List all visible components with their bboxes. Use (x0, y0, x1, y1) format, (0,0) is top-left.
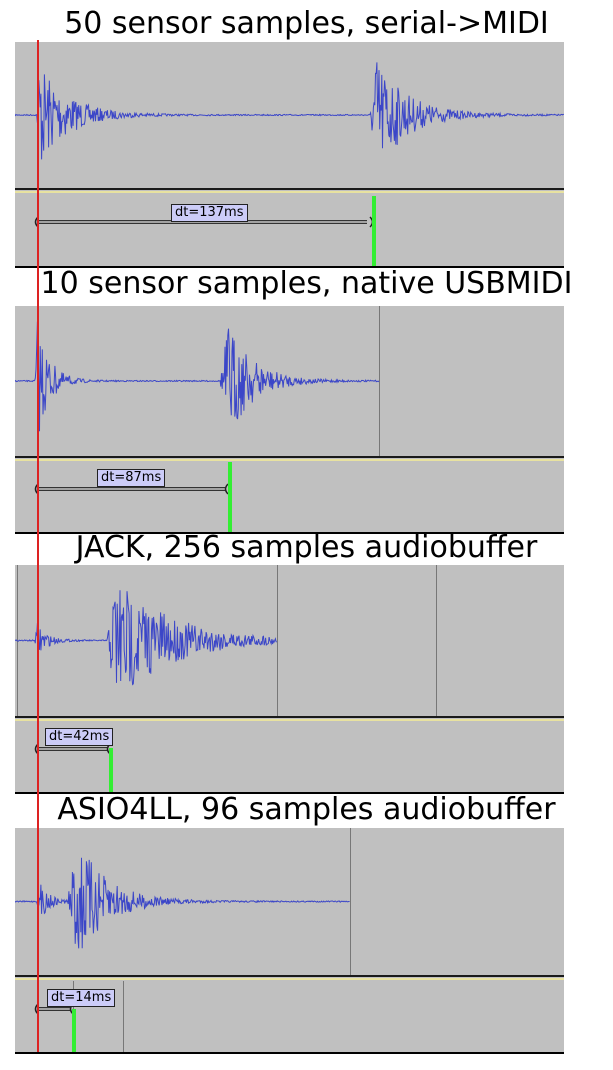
dt-label-1[interactable]: dt=137ms (171, 204, 248, 222)
track-border-4 (15, 1052, 564, 1054)
waveform-4 (15, 857, 350, 949)
panel-title-1: 50 sensor samples, serial->MIDI (64, 6, 549, 41)
onset-marker-4[interactable] (72, 1009, 76, 1054)
onset-marker-2[interactable] (228, 462, 232, 532)
waveform-1 (15, 62, 564, 160)
onset-marker-1[interactable] (372, 196, 376, 266)
label-track-2[interactable]: dt=87ms (15, 456, 564, 534)
waveform-2 (15, 321, 380, 432)
waveform-3 (15, 590, 277, 686)
dt-bracket-1 (34, 216, 374, 228)
waveform-track-2[interactable] (15, 306, 564, 456)
label-track-3[interactable]: dt=42ms (15, 716, 564, 794)
waveform-track-3[interactable] (15, 565, 564, 716)
panel-title-4: ASIO4LL, 96 samples audiobuffer (57, 792, 556, 827)
playhead-cursor[interactable] (37, 40, 39, 1052)
label-track-4[interactable]: dt=14ms (15, 975, 564, 1054)
panel-title-2: 10 sensor samples, native USBMIDI (40, 266, 573, 301)
waveform-track-4[interactable] (15, 828, 564, 975)
dt-label-4[interactable]: dt=14ms (47, 989, 116, 1007)
dt-label-2[interactable]: dt=87ms (97, 469, 166, 487)
label-track-1[interactable]: dt=137ms (15, 188, 564, 268)
onset-marker-3[interactable] (109, 748, 113, 792)
panel-title-3: JACK, 256 samples audiobuffer (75, 530, 538, 565)
dt-label-3[interactable]: dt=42ms (45, 728, 114, 746)
waveform-track-1[interactable] (15, 42, 564, 188)
